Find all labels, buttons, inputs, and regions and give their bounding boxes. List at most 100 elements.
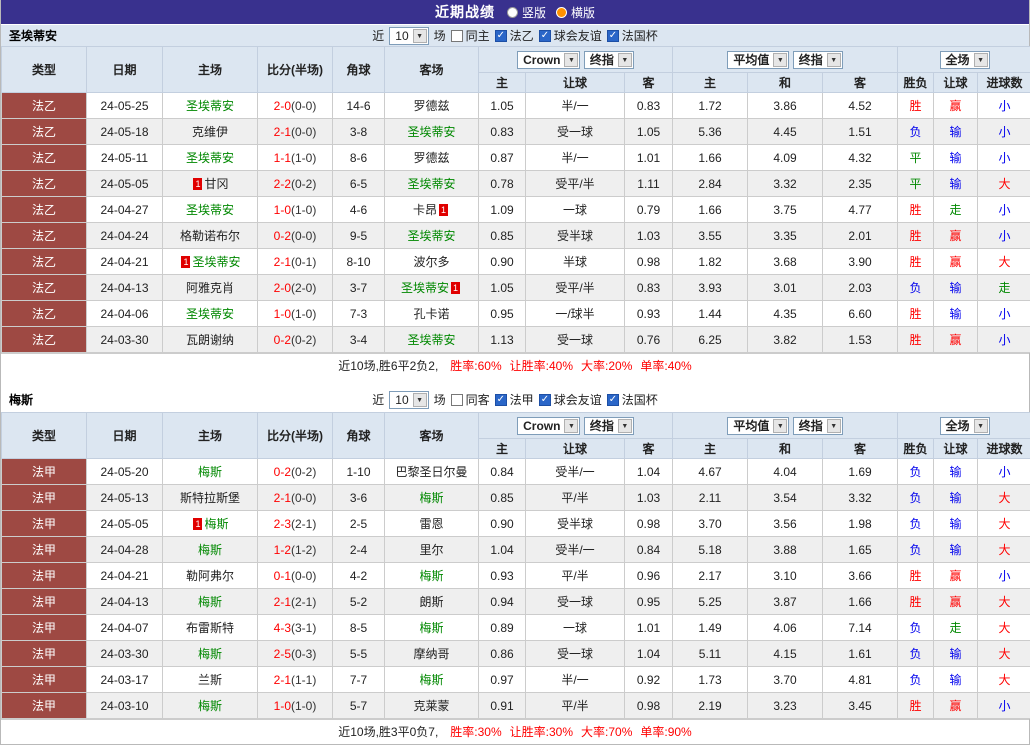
team-label: 梅斯 <box>198 595 222 609</box>
result-cell: 输 <box>934 119 978 145</box>
result-cell: 负 <box>898 641 934 667</box>
team-label: 雷恩 <box>419 517 443 531</box>
filter-checkbox-league[interactable]: 法甲 <box>495 391 534 408</box>
filter-checkbox-cup[interactable]: 法国杯 <box>607 391 658 408</box>
filter-checkbox-same-away[interactable]: 同客 <box>451 391 490 408</box>
scope-select-group: 全场▼ <box>898 413 1030 439</box>
score-cell: 0-1(0-0) <box>258 563 333 589</box>
recent-count-select[interactable]: 10▼ <box>389 391 428 409</box>
result-cell: 走 <box>978 275 1030 301</box>
corners-cell: 8-6 <box>333 145 385 171</box>
odds-cell: 1.01 <box>625 145 673 171</box>
filter-checkbox-cup[interactable]: 法国杯 <box>607 27 658 44</box>
page-title: 近期战绩 <box>435 2 495 22</box>
average-odds-select[interactable]: 平均值▼ <box>727 417 789 435</box>
home-team-cell: 圣埃蒂安 <box>163 145 258 171</box>
result-cell: 负 <box>898 485 934 511</box>
date-cell: 24-04-07 <box>87 615 163 641</box>
odds-company-select[interactable]: Crown▼ <box>517 417 580 435</box>
corners-cell: 5-7 <box>333 693 385 719</box>
filter-checkbox-same-home[interactable]: 同主 <box>451 27 490 44</box>
team-label: 圣埃蒂安 <box>192 255 240 269</box>
score-cell: 2-1(0-0) <box>258 119 333 145</box>
dropdown-arrow-icon: ▼ <box>618 53 632 67</box>
team-label: 卡昂 <box>413 203 437 217</box>
avg-odds-cell: 4.67 <box>673 459 748 485</box>
home-team-cell: 梅斯 <box>163 693 258 719</box>
team-label: 梅斯 <box>204 517 228 531</box>
result-cell: 胜 <box>898 223 934 249</box>
avg-odds-cell: 3.01 <box>748 275 823 301</box>
column-header-odds-away: 客 <box>625 439 673 459</box>
league-cell: 法甲 <box>2 485 87 511</box>
checkbox-icon[interactable] <box>539 394 551 406</box>
odds-company-select[interactable]: Crown▼ <box>517 51 580 69</box>
away-team-cell: 圣埃蒂安1 <box>385 275 479 301</box>
checkbox-icon[interactable] <box>607 394 619 406</box>
odds-cell: 0.94 <box>479 589 526 615</box>
home-team-cell: 圣埃蒂安 <box>163 197 258 223</box>
odds-cell: 0.83 <box>625 93 673 119</box>
match-row: 法甲24-03-10梅斯1-0(1-0)5-7克莱蒙0.91平/半0.982.1… <box>2 693 1030 719</box>
radio-icon[interactable] <box>556 7 567 18</box>
odds-cell: 0.85 <box>479 223 526 249</box>
recent-count-select[interactable]: 10▼ <box>389 27 428 45</box>
avg-odds-cell: 4.81 <box>823 667 898 693</box>
checkbox-icon[interactable] <box>495 30 507 42</box>
checkbox-icon[interactable] <box>495 394 507 406</box>
filter-checkbox-friendly[interactable]: 球会友谊 <box>539 27 602 44</box>
score-cell: 0-2(0-2) <box>258 459 333 485</box>
corners-cell: 7-7 <box>333 667 385 693</box>
result-cell: 赢 <box>934 589 978 615</box>
odds-cell: 1.03 <box>625 223 673 249</box>
average-odds-select[interactable]: 平均值▼ <box>727 51 789 69</box>
league-cell: 法甲 <box>2 589 87 615</box>
checkbox-icon[interactable] <box>451 30 463 42</box>
final-odds-select[interactable]: 终指▼ <box>793 51 843 69</box>
result-cell: 输 <box>934 301 978 327</box>
scope-select[interactable]: 全场▼ <box>940 51 990 69</box>
final-odds-select[interactable]: 终指▼ <box>793 417 843 435</box>
match-row: 法甲24-05-051梅斯2-3(2-1)2-5雷恩0.90受半球0.983.7… <box>2 511 1030 537</box>
result-cell: 小 <box>978 327 1030 353</box>
result-cell: 大 <box>978 485 1030 511</box>
scope-select[interactable]: 全场▼ <box>940 417 990 435</box>
result-cell: 平 <box>898 145 934 171</box>
odds-cell: 1.05 <box>625 119 673 145</box>
filter-checkbox-friendly[interactable]: 球会友谊 <box>539 391 602 408</box>
result-cell: 输 <box>934 171 978 197</box>
date-cell: 24-04-21 <box>87 563 163 589</box>
odd-rate: 单率:40% <box>640 359 691 373</box>
checkbox-icon[interactable] <box>607 30 619 42</box>
avg-odds-cell: 3.55 <box>673 223 748 249</box>
scope-select-group: 全场▼ <box>898 47 1030 73</box>
over-rate: 大率:70% <box>581 725 632 739</box>
column-header-avg-away: 客 <box>823 73 898 93</box>
avg-odds-cell: 3.56 <box>748 511 823 537</box>
result-cell: 小 <box>978 459 1030 485</box>
column-header-result: 胜负 <box>898 73 934 93</box>
radio-horizontal-layout[interactable]: 横版 <box>556 4 595 21</box>
team-section-saint-etienne: 圣埃蒂安 近 10▼ 场 同主 法乙 球会友谊 法国杯 类型 日期 主场 比分( <box>1 24 1029 378</box>
column-header-corners: 角球 <box>333 413 385 459</box>
date-cell: 24-04-28 <box>87 537 163 563</box>
avg-odds-cell: 3.70 <box>748 667 823 693</box>
avg-odds-cell: 4.52 <box>823 93 898 119</box>
checkbox-icon[interactable] <box>451 394 463 406</box>
score-cell: 2-1(0-1) <box>258 249 333 275</box>
radio-icon[interactable] <box>507 7 518 18</box>
final-odds-select[interactable]: 终指▼ <box>584 51 634 69</box>
radio-vertical-layout[interactable]: 竖版 <box>507 4 546 21</box>
checkbox-icon[interactable] <box>539 30 551 42</box>
result-cell: 赢 <box>934 223 978 249</box>
match-row: 法乙24-03-30瓦朗谢纳0-2(0-2)3-4圣埃蒂安1.13受一球0.76… <box>2 327 1030 353</box>
corners-cell: 14-6 <box>333 93 385 119</box>
odds-cell: 平/半 <box>526 693 625 719</box>
filter-checkbox-league[interactable]: 法乙 <box>495 27 534 44</box>
avg-odds-cell: 5.36 <box>673 119 748 145</box>
result-cell: 小 <box>978 93 1030 119</box>
odds-cell: 0.78 <box>479 171 526 197</box>
team-label: 圣埃蒂安 <box>407 333 455 347</box>
avg-odds-cell: 3.68 <box>748 249 823 275</box>
final-odds-select[interactable]: 终指▼ <box>584 417 634 435</box>
